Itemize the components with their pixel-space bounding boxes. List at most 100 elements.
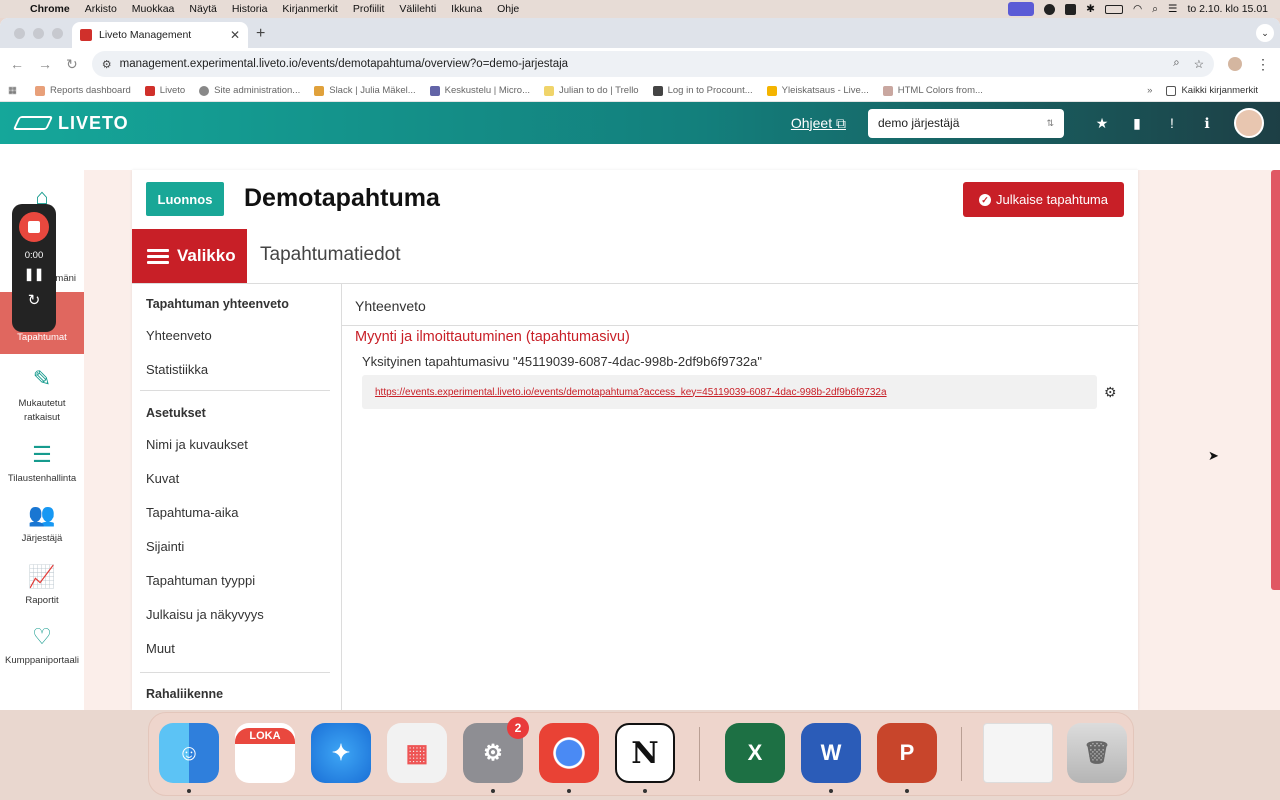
nav-jarjestaja[interactable]: 👥 Järjestäjä [0, 502, 84, 544]
help-link[interactable]: Ohjeet ⧉ [791, 115, 846, 132]
bookmark-site-admin[interactable]: Site administration... [199, 85, 300, 96]
private-event-link[interactable]: https://events.experimental.liveto.io/ev… [375, 387, 887, 398]
chrome-icon[interactable] [539, 723, 599, 783]
submenu-item-sijainti[interactable]: Sijainti [146, 539, 184, 554]
submenu-item-tyyppi[interactable]: Tapahtuman tyyppi [146, 573, 255, 588]
submenu-item-kuvat[interactable]: Kuvat [146, 471, 179, 486]
back-icon[interactable]: ← [10, 56, 24, 72]
spotlight-icon[interactable]: ⌕ [1152, 3, 1158, 16]
submenu-item-statistiikka[interactable]: Statistiikka [146, 362, 208, 377]
site-info-icon[interactable]: ⚙ [102, 58, 112, 71]
bookmark-slack[interactable]: Slack | Julia Mäkel... [314, 85, 416, 96]
bookmark-icon[interactable]: ▮ [1129, 115, 1145, 131]
gear-icon[interactable]: ⚙ [1104, 384, 1117, 401]
safari-icon[interactable]: ✦ [311, 723, 371, 783]
tab-liveto-management[interactable]: Liveto Management ✕ [72, 22, 248, 48]
new-tab-button[interactable]: + [256, 25, 265, 43]
bookmark-star-icon[interactable]: ☆ [1194, 57, 1204, 71]
settings-tray-icon[interactable] [1044, 3, 1056, 15]
close-window-button[interactable] [14, 28, 25, 39]
bookmark-analytics[interactable]: Yleiskatsaus - Live... [766, 85, 869, 96]
pause-icon[interactable]: ❚❚ [12, 267, 56, 281]
system-settings-icon[interactable]: ⚙ 2 [463, 717, 529, 783]
zoom-window-button[interactable] [52, 28, 63, 39]
submenu-item-yhteenveto[interactable]: Yhteenveto [146, 328, 212, 343]
zoom-icon[interactable]: ⌕ [1173, 57, 1179, 71]
dock-separator [699, 727, 700, 781]
submenu-group-payments: Rahaliikenne [146, 687, 224, 701]
browser-profile-avatar[interactable] [1228, 57, 1242, 71]
bookmark-html-colors[interactable]: HTML Colors from... [882, 85, 983, 96]
nav-kumppaniportaali[interactable]: ♡ Kumppaniportaali [0, 624, 84, 666]
excel-icon[interactable]: X [725, 723, 785, 783]
bookmark-liveto[interactable]: Liveto [144, 85, 185, 96]
menu-muokkaa[interactable]: Muokkaa [132, 3, 175, 15]
recording-time: 0:00 [24, 250, 44, 261]
screen-share-icon[interactable] [1008, 2, 1035, 16]
logo-text: LIVETO [58, 112, 129, 133]
nav-tilaustenhallinta[interactable]: ☰ Tilaustenhallinta [0, 442, 84, 484]
menu-historia[interactable]: Historia [232, 3, 268, 15]
bookmark-teams[interactable]: Keskustelu | Micro... [429, 85, 530, 96]
liveto-logo[interactable]: LIVETO [12, 112, 129, 134]
wifi-icon[interactable]: ◠ [1133, 3, 1142, 15]
menu-nayta[interactable]: Näytä [189, 3, 216, 15]
info-icon[interactable]: ℹ [1199, 115, 1215, 131]
close-tab-icon[interactable]: ✕ [230, 28, 240, 42]
submenu-item-nimi[interactable]: Nimi ja kuvaukset [146, 437, 248, 452]
calendar-app-icon[interactable]: LOKA 2 [235, 723, 295, 783]
menu-ohje[interactable]: Ohje [497, 3, 519, 15]
address-bar[interactable]: ⚙ management.experimental.liveto.io/even… [91, 51, 1214, 77]
word-icon[interactable]: W [801, 723, 861, 783]
more-bookmarks-icon[interactable]: » [1147, 85, 1152, 96]
menu-profiilit[interactable]: Profiilit [353, 3, 385, 15]
bookmark-trello[interactable]: Julian to do | Trello [544, 85, 639, 96]
tab-search-button[interactable]: ⌄ [1256, 24, 1274, 42]
url-text[interactable]: management.experimental.liveto.io/events… [120, 58, 568, 70]
menu-arkisto[interactable]: Arkisto [85, 3, 117, 15]
stop-recording-button[interactable] [19, 212, 49, 242]
trash-icon[interactable]: 🗑 [1067, 723, 1127, 783]
submenu-item-muut[interactable]: Muut [146, 641, 175, 656]
bookmark-procountor[interactable]: Log in to Procount... [652, 85, 753, 96]
powerpoint-icon[interactable]: P [877, 723, 937, 783]
page-title: Demotapahtuma [244, 184, 440, 212]
organizer-select[interactable]: demo järjestäjä ⇅ [868, 108, 1064, 138]
notion-tray-icon[interactable] [1065, 3, 1077, 15]
minimized-window-thumbnail[interactable] [983, 723, 1053, 783]
reload-icon[interactable]: ↻ [66, 56, 78, 73]
liveto-favicon [80, 29, 92, 41]
user-avatar[interactable] [1234, 108, 1264, 138]
main-content: Yhteenveto Myynti ja ilmoittautuminen (t… [342, 284, 1138, 409]
menu-chrome[interactable]: Chrome [30, 3, 70, 15]
clock[interactable]: to 2.10. klo 15.01 [1187, 3, 1268, 15]
minimize-window-button[interactable] [33, 28, 44, 39]
feedback-icon[interactable]: ! [1164, 115, 1180, 131]
scrollbar[interactable] [1271, 170, 1280, 590]
bookmark-reports[interactable]: Reports dashboard [34, 85, 131, 96]
launchpad-icon[interactable]: ▦ [387, 723, 447, 783]
all-bookmarks-folder[interactable]: Kaikki kirjanmerkit [1166, 85, 1258, 96]
star-icon[interactable]: ★ [1094, 115, 1110, 131]
forward-icon[interactable]: → [38, 56, 52, 72]
bluetooth-icon[interactable]: ✱ [1086, 3, 1095, 15]
notion-icon[interactable]: N [615, 723, 675, 783]
battery-icon[interactable] [1104, 4, 1123, 14]
apps-icon[interactable]: ▦ [8, 85, 17, 96]
browser-menu-icon[interactable]: ⋮ [1256, 56, 1270, 73]
nav-mukautetut-ratkaisut[interactable]: ✎ Mukautetut ratkaisut [0, 366, 84, 425]
publish-button[interactable]: ✓ Julkaise tapahtuma [963, 182, 1124, 217]
event-submenu: Tapahtuman yhteenveto Yhteenveto Statist… [132, 284, 342, 710]
macos-menubar: Chrome Arkisto Muokkaa Näytä Historia Ki… [0, 0, 1280, 18]
menu-valilehti[interactable]: Välilehti [399, 3, 436, 15]
restart-icon[interactable]: ↻ [12, 291, 56, 309]
screen-recorder-widget: 0:00 ❚❚ ↻ [12, 204, 56, 332]
submenu-item-aika[interactable]: Tapahtuma-aika [146, 505, 239, 520]
finder-icon[interactable]: ☺ [159, 723, 219, 783]
menu-button[interactable]: Valikko [132, 229, 247, 283]
menu-kirjanmerkit[interactable]: Kirjanmerkit [282, 3, 337, 15]
nav-raportit[interactable]: 📈 Raportit [0, 564, 84, 606]
submenu-item-julkaisu[interactable]: Julkaisu ja näkyvyys [146, 607, 264, 622]
menu-ikkuna[interactable]: Ikkuna [451, 3, 482, 15]
control-center-icon[interactable]: ☰ [1168, 3, 1177, 15]
